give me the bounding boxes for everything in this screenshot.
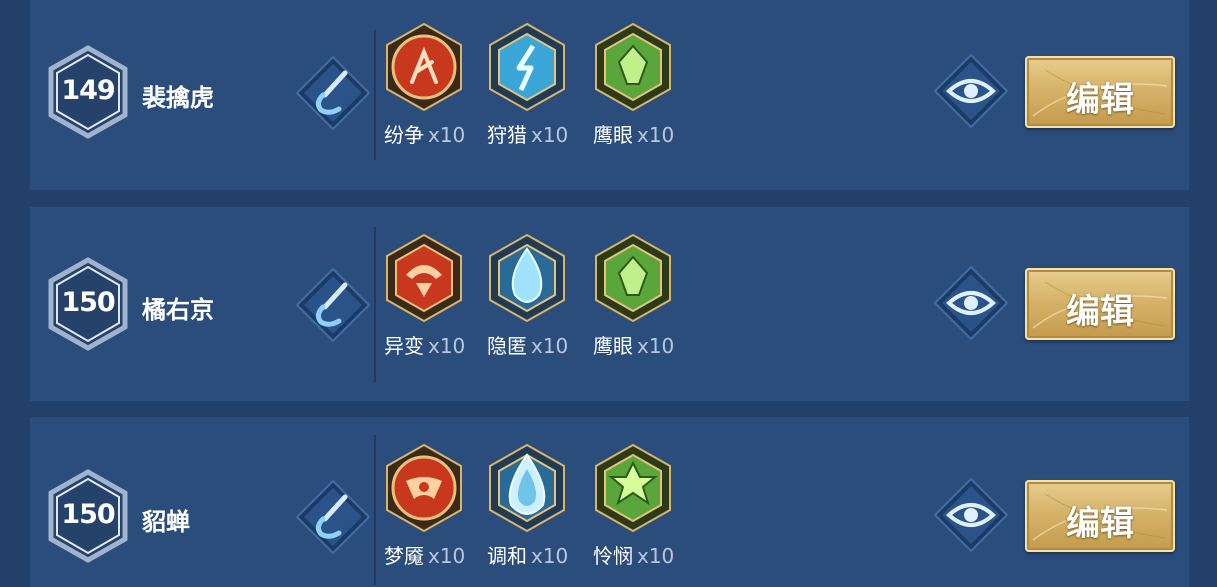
- rune-name: 怜悯: [593, 544, 633, 568]
- rune-count: x10: [428, 123, 466, 147]
- rune-count: x10: [531, 334, 569, 358]
- level-number: 150: [61, 499, 115, 530]
- blue-rune-icon: [489, 233, 565, 323]
- brush-icon: [295, 55, 371, 131]
- rune-edit-brush-button[interactable]: [295, 55, 371, 131]
- rune-item[interactable]: 鹰眼 x10: [593, 22, 703, 147]
- brush-icon: [295, 267, 371, 343]
- rune-item[interactable]: 调和 x10: [487, 443, 597, 568]
- rune-item[interactable]: 纷争 x10: [384, 22, 494, 147]
- rune-count: x10: [637, 334, 675, 358]
- blue-rune-icon: [489, 22, 565, 112]
- hero-name: 貂蝉: [142, 508, 190, 536]
- level-badge: 150: [47, 469, 129, 563]
- rune-name: 鹰眼: [593, 334, 633, 358]
- green-rune-icon: [595, 233, 671, 323]
- rune-count: x10: [428, 544, 466, 568]
- rune-item[interactable]: 怜悯 x10: [593, 443, 703, 568]
- rune-item[interactable]: 梦魇 x10: [384, 443, 494, 568]
- edit-button[interactable]: 编辑: [1025, 56, 1175, 128]
- rune-name: 狩猎: [487, 123, 527, 147]
- green-rune-icon: [595, 443, 671, 533]
- rune-page-row: 150 貂蝉 梦魇 x10 调和 x10 怜悯 x10 编辑: [30, 417, 1189, 587]
- rune-name: 调和: [487, 544, 527, 568]
- eye-icon: [933, 265, 1009, 341]
- edit-button-label: 编辑: [1066, 504, 1134, 544]
- hero-name: 裴擒虎: [142, 84, 214, 112]
- rune-item[interactable]: 异变 x10: [384, 233, 494, 358]
- level-number: 149: [61, 75, 115, 106]
- rune-item[interactable]: 隐匿 x10: [487, 233, 597, 358]
- edit-button[interactable]: 编辑: [1025, 480, 1175, 552]
- red-rune-icon: [386, 233, 462, 323]
- rune-item[interactable]: 鹰眼 x10: [593, 233, 703, 358]
- rune-page-row: 149 裴擒虎 纷争 x10 狩猎 x10 鹰眼 x10 编辑: [30, 0, 1189, 190]
- divider: [374, 435, 376, 585]
- preview-eye-button[interactable]: [933, 53, 1009, 129]
- rune-item[interactable]: 狩猎 x10: [487, 22, 597, 147]
- blue-rune-icon: [489, 443, 565, 533]
- level-badge: 149: [47, 45, 129, 139]
- rune-count: x10: [531, 544, 569, 568]
- rune-count: x10: [637, 544, 675, 568]
- preview-eye-button[interactable]: [933, 477, 1009, 553]
- rune-name: 梦魇: [384, 544, 424, 568]
- green-rune-icon: [595, 22, 671, 112]
- divider: [374, 227, 376, 382]
- rune-count: x10: [428, 334, 466, 358]
- edit-button-label: 编辑: [1066, 80, 1134, 120]
- preview-eye-button[interactable]: [933, 265, 1009, 341]
- eye-icon: [933, 53, 1009, 129]
- rune-count: x10: [637, 123, 675, 147]
- rune-name: 纷争: [384, 123, 424, 147]
- level-number: 150: [61, 287, 115, 318]
- red-rune-icon: [386, 443, 462, 533]
- brush-icon: [295, 479, 371, 555]
- level-badge: 150: [47, 257, 129, 351]
- divider: [374, 30, 376, 160]
- rune-name: 异变: [384, 334, 424, 358]
- red-rune-icon: [386, 22, 462, 112]
- edit-button[interactable]: 编辑: [1025, 268, 1175, 340]
- rune-name: 隐匿: [487, 334, 527, 358]
- hero-name: 橘右京: [142, 296, 214, 324]
- edit-button-label: 编辑: [1066, 292, 1134, 332]
- rune-count: x10: [531, 123, 569, 147]
- rune-edit-brush-button[interactable]: [295, 479, 371, 555]
- rune-edit-brush-button[interactable]: [295, 267, 371, 343]
- rune-page-row: 150 橘右京 异变 x10 隐匿 x10 鹰眼 x10 编辑: [30, 207, 1189, 401]
- rune-name: 鹰眼: [593, 123, 633, 147]
- eye-icon: [933, 477, 1009, 553]
